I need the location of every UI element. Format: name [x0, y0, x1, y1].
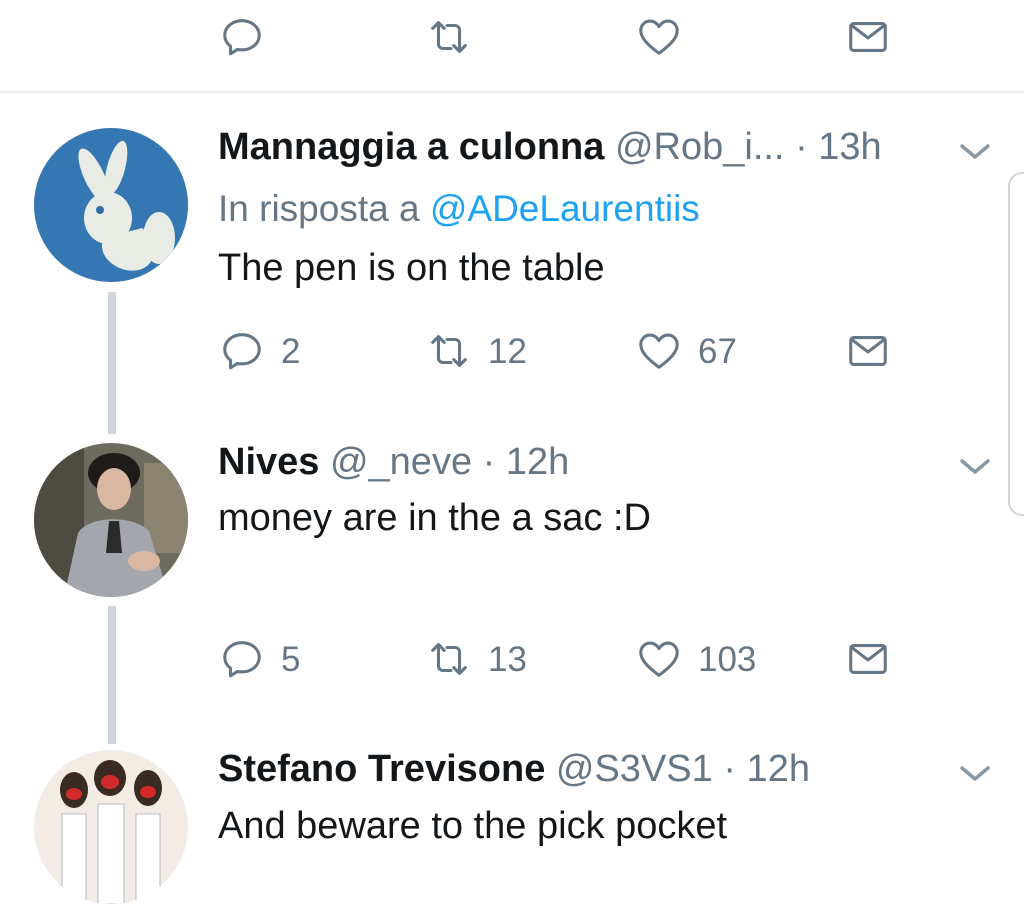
- tweet-header: Mannaggia a culonna @Rob_i... · 13h: [218, 128, 882, 166]
- reply-prefix: In risposta a: [218, 188, 420, 229]
- like-button[interactable]: 67: [636, 328, 737, 374]
- avatar[interactable]: [34, 443, 188, 597]
- reply-count: 5: [281, 639, 301, 679]
- top-like-button[interactable]: [636, 14, 682, 60]
- timestamp[interactable]: · 12h: [483, 441, 570, 483]
- retweet-icon: [426, 14, 472, 60]
- message-button[interactable]: [845, 328, 891, 374]
- retweet-button[interactable]: 12: [426, 328, 527, 374]
- top-reply-button[interactable]: [219, 14, 265, 60]
- avatar[interactable]: [34, 128, 188, 282]
- retweet-button[interactable]: 13: [426, 636, 527, 682]
- author-name[interactable]: Nives: [218, 441, 319, 483]
- message-button[interactable]: [845, 636, 891, 682]
- scrollbar[interactable]: [1008, 172, 1024, 516]
- thread-line: [108, 606, 116, 744]
- retweet-icon: [426, 636, 472, 682]
- envelope-icon: [845, 14, 891, 60]
- avatar[interactable]: [34, 750, 188, 904]
- heart-icon: [636, 328, 682, 374]
- timestamp[interactable]: · 12h: [723, 748, 810, 790]
- thread-line: [108, 292, 116, 434]
- tweet-text: money are in the a sac :D: [218, 497, 651, 539]
- reply-icon: [219, 328, 265, 374]
- author-handle[interactable]: @S3VS1: [556, 748, 713, 790]
- envelope-icon: [845, 328, 891, 374]
- tweet-text: And beware to the pick pocket: [218, 805, 728, 847]
- tweet-text: The pen is on the table: [218, 247, 605, 289]
- heart-icon: [636, 636, 682, 682]
- author-handle[interactable]: @Rob_i...: [615, 126, 785, 168]
- reply-count: 2: [281, 331, 301, 371]
- top-message-button[interactable]: [845, 14, 891, 60]
- author-name[interactable]: Mannaggia a culonna: [218, 126, 604, 168]
- author-handle[interactable]: @_neve: [330, 441, 472, 483]
- like-count: 103: [698, 639, 757, 679]
- chevron-down-icon[interactable]: [958, 141, 992, 163]
- reply-button[interactable]: 2: [219, 328, 300, 374]
- retweet-count: 12: [488, 331, 527, 371]
- top-retweet-button[interactable]: [426, 14, 472, 60]
- like-button[interactable]: 103: [636, 636, 756, 682]
- reply-icon: [219, 14, 265, 60]
- reply-button[interactable]: 5: [219, 636, 300, 682]
- envelope-icon: [845, 636, 891, 682]
- timestamp[interactable]: · 13h: [795, 126, 882, 168]
- retweet-icon: [426, 328, 472, 374]
- reply-context: In risposta a @ADeLaurentiis: [218, 190, 700, 227]
- tweet-header: Stefano Trevisone @S3VS1 · 12h: [218, 750, 810, 788]
- chevron-down-icon[interactable]: [958, 456, 992, 478]
- author-name[interactable]: Stefano Trevisone: [218, 748, 545, 790]
- like-count: 67: [698, 331, 737, 371]
- divider: [0, 91, 1024, 93]
- retweet-count: 13: [488, 639, 527, 679]
- reply-icon: [219, 636, 265, 682]
- chevron-down-icon[interactable]: [958, 763, 992, 785]
- reply-mention-link[interactable]: @ADeLaurentiis: [430, 188, 700, 229]
- heart-icon: [636, 14, 682, 60]
- tweet-header: Nives @_neve · 12h: [218, 443, 569, 481]
